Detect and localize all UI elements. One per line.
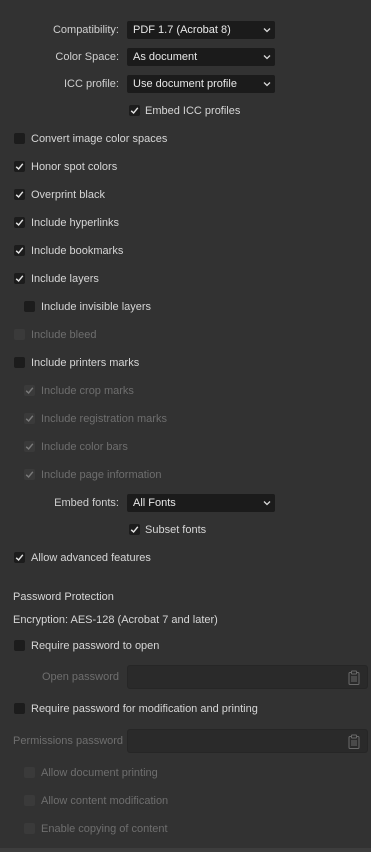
embed-fonts-select[interactable]: All Fonts [127, 494, 275, 512]
check-icon [15, 275, 24, 283]
check-icon [25, 387, 34, 395]
chevron-down-icon [263, 501, 271, 506]
chevron-down-icon [263, 28, 271, 33]
embed-fonts-label: Embed fonts: [54, 497, 119, 509]
check-icon [25, 415, 34, 423]
clipboard-icon[interactable] [348, 734, 360, 749]
printers-marks-checkbox[interactable] [14, 357, 25, 368]
embed-icc-checkbox[interactable] [129, 105, 140, 116]
require-open-password-label: Require password to open [31, 640, 160, 652]
panel-bottom-border [0, 848, 371, 852]
icc-profile-select[interactable]: Use document profile [127, 75, 275, 93]
subset-fonts-checkbox[interactable] [129, 524, 140, 535]
bleed-checkbox[interactable] [14, 329, 25, 340]
invisible-layers-label: Include invisible layers [41, 301, 152, 313]
permissions-password-label: Permissions password [13, 735, 124, 747]
chevron-down-icon [263, 55, 271, 60]
clipboard-icon[interactable] [348, 670, 360, 685]
check-icon [15, 247, 24, 255]
enable-copying-checkbox[interactable] [24, 823, 35, 834]
color-bars-label: Include color bars [41, 441, 128, 453]
open-password-field[interactable] [127, 665, 368, 689]
check-icon [130, 107, 139, 115]
bookmarks-checkbox[interactable] [14, 245, 25, 256]
advanced-features-label: Allow advanced features [31, 552, 151, 564]
check-icon [15, 219, 24, 227]
registration-marks-checkbox[interactable] [24, 413, 35, 424]
bookmarks-label: Include bookmarks [31, 245, 124, 257]
crop-marks-checkbox[interactable] [24, 385, 35, 396]
crop-marks-label: Include crop marks [41, 385, 134, 397]
compatibility-select[interactable]: PDF 1.7 (Acrobat 8) [127, 21, 275, 39]
check-icon [25, 471, 34, 479]
hyperlinks-checkbox[interactable] [14, 217, 25, 228]
compatibility-value: PDF 1.7 (Acrobat 8) [133, 24, 231, 36]
color-space-select[interactable]: As document [127, 48, 275, 66]
encryption-info: Encryption: AES-128 (Acrobat 7 and later… [13, 614, 218, 626]
embed-fonts-value: All Fonts [133, 497, 176, 509]
layers-checkbox[interactable] [14, 273, 25, 284]
compatibility-label: Compatibility: [52, 24, 119, 36]
require-modify-password-checkbox[interactable] [14, 703, 25, 714]
registration-marks-label: Include registration marks [41, 413, 167, 425]
enable-copying-label: Enable copying of content [41, 823, 168, 835]
allow-printing-checkbox[interactable] [24, 767, 35, 778]
honor-spot-checkbox[interactable] [14, 161, 25, 172]
allow-printing-label: Allow document printing [41, 767, 158, 779]
convert-image-checkbox[interactable] [14, 133, 25, 144]
open-password-label: Open password [41, 671, 119, 683]
require-modify-password-label: Require password for modification and pr… [31, 703, 258, 715]
check-icon [130, 526, 139, 534]
hyperlinks-label: Include hyperlinks [31, 217, 120, 229]
color-bars-checkbox[interactable] [24, 441, 35, 452]
permissions-password-field[interactable] [127, 729, 368, 753]
embed-icc-label: Embed ICC profiles [145, 105, 241, 117]
layers-label: Include layers [31, 273, 99, 285]
chevron-down-icon [263, 82, 271, 87]
password-protection-heading: Password Protection [13, 591, 114, 603]
icc-profile-label: ICC profile: [63, 78, 119, 90]
icc-profile-value: Use document profile [133, 78, 237, 90]
honor-spot-label: Honor spot colors [31, 161, 118, 173]
check-icon [25, 443, 34, 451]
color-space-value: As document [133, 51, 198, 63]
color-space-label: Color Space: [55, 51, 119, 63]
convert-image-label: Convert image color spaces [31, 133, 168, 145]
page-info-label: Include page information [41, 469, 162, 481]
check-icon [15, 163, 24, 171]
check-icon [15, 191, 24, 199]
allow-modification-checkbox[interactable] [24, 795, 35, 806]
invisible-layers-checkbox[interactable] [24, 301, 35, 312]
overprint-label: Overprint black [31, 189, 105, 201]
check-icon [15, 554, 24, 562]
overprint-checkbox[interactable] [14, 189, 25, 200]
allow-modification-label: Allow content modification [41, 795, 169, 807]
advanced-features-checkbox[interactable] [14, 552, 25, 563]
page-info-checkbox[interactable] [24, 469, 35, 480]
printers-marks-label: Include printers marks [31, 357, 140, 369]
bleed-label: Include bleed [31, 329, 97, 341]
require-open-password-checkbox[interactable] [14, 640, 25, 651]
subset-fonts-label: Subset fonts [145, 524, 207, 536]
